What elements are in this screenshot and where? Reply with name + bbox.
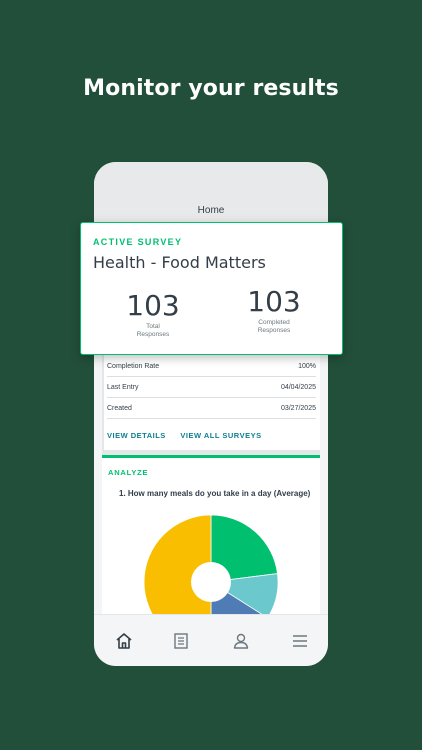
stat-total-responses: 103 Total Responses [103,289,203,338]
detail-value: 100% [298,363,316,370]
detail-row-created: Created 03/27/2025 [107,398,316,419]
list-icon[interactable] [171,631,191,651]
stat-label-line2: Responses [136,331,170,338]
detail-row-completion: Completion Rate 100% [107,356,316,377]
question-title: 1. How many meals do you take in a day (… [119,489,311,498]
active-survey-label: ACTIVE SURVEY [93,237,183,247]
stat-value: 103 [247,285,301,318]
view-details-link[interactable]: VIEW DETAILS [107,431,166,440]
detail-value: 03/27/2025 [280,405,316,412]
detail-row-last-entry: Last Entry 04/04/2025 [107,377,316,398]
analyze-label: ANALYZE [108,468,149,477]
screen-header: Home [94,162,328,224]
survey-details-card: Completion Rate 100% Last Entry 04/04/20… [104,352,320,450]
home-icon[interactable] [114,631,134,651]
stat-value: 103 [126,289,180,322]
view-all-surveys-link[interactable]: VIEW ALL SURVEYS [180,431,261,440]
stat-label-line1: Total [146,323,160,330]
analyze-card: ANALYZE 1. How many meals do you take in… [102,455,320,617]
detail-key: Created [107,405,132,412]
screen-title: Home [197,205,225,216]
pie-chart[interactable] [142,513,280,617]
detail-key: Last Entry [107,384,139,391]
headline: Monitor your results [83,76,339,101]
stat-label-line1: Completed [258,319,290,326]
stat-completed-responses: 103 Completed Responses [224,285,324,334]
survey-links: VIEW DETAILS VIEW ALL SURVEYS [107,431,274,440]
detail-value: 04/04/2025 [280,384,316,391]
person-icon[interactable] [231,631,251,651]
menu-icon[interactable] [290,631,310,651]
survey-title: Health - Food Matters [93,253,266,272]
detail-key: Completion Rate [107,363,160,370]
pie-center-hole [191,562,231,602]
active-survey-card[interactable]: ACTIVE SURVEY Health - Food Matters 103 … [80,222,343,355]
tab-bar [94,614,328,666]
stat-label-line2: Responses [257,327,291,334]
